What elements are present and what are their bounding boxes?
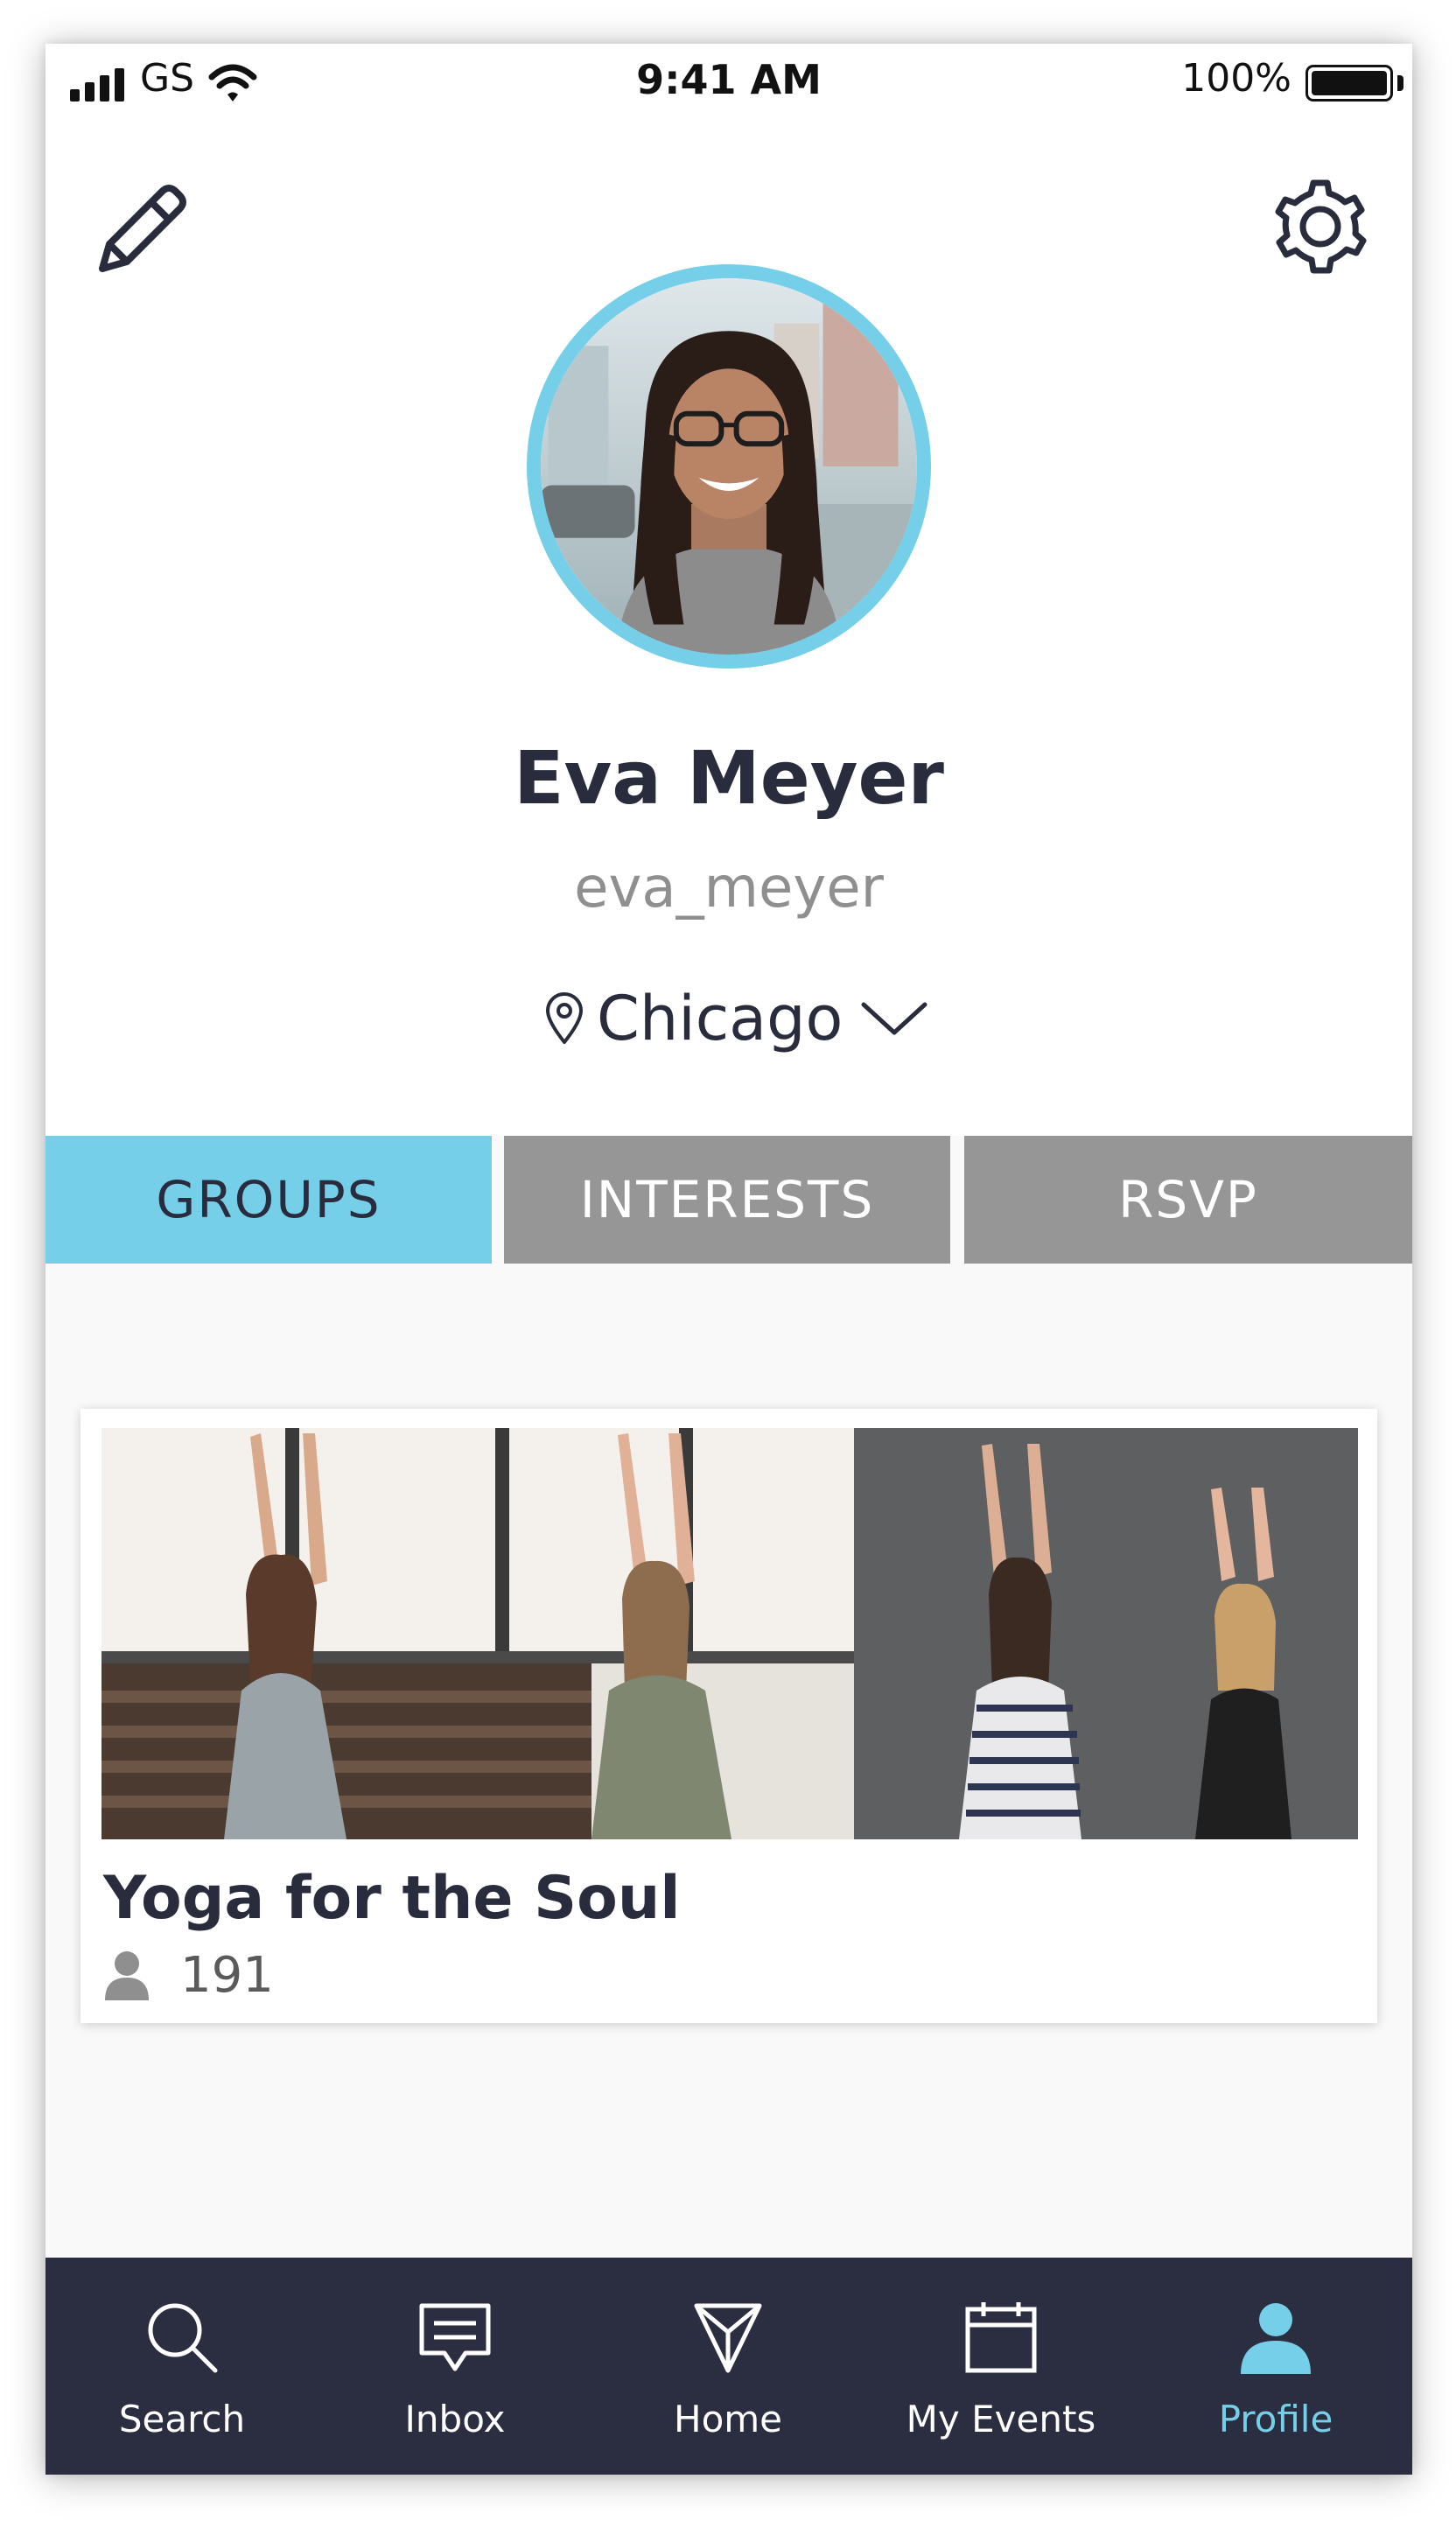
group-cover-image <box>102 1428 1358 1839</box>
chat-icon <box>419 2303 491 2371</box>
location-selector[interactable]: Chicago <box>544 975 928 1062</box>
chevron-down-icon <box>861 1002 928 1035</box>
profile-header: GS 9:41 AM 100% Eva Meyer eva_meyer Chic… <box>46 44 1412 1136</box>
nav-my-events[interactable]: My Events <box>864 2258 1138 2475</box>
nav-home[interactable]: Home <box>592 2258 864 2475</box>
tab-interests[interactable]: INTERESTS <box>504 1136 950 1264</box>
battery-percentage: 100% <box>1181 56 1292 101</box>
settings-button[interactable] <box>1264 170 1377 284</box>
avatar[interactable] <box>527 264 931 669</box>
nav-my-events-label: My Events <box>906 2398 1096 2440</box>
person-icon <box>105 1951 149 2000</box>
nav-inbox[interactable]: Inbox <box>318 2258 592 2475</box>
tab-rsvp[interactable]: RSVP <box>964 1136 1412 1264</box>
pencil-icon <box>99 185 186 272</box>
nav-profile[interactable]: Profile <box>1139 2258 1412 2475</box>
profile-tabs: GROUPS INTERESTS RSVP <box>46 1136 1412 1264</box>
profile-name: Eva Meyer <box>514 735 944 821</box>
send-icon <box>694 2303 762 2373</box>
location-pin-icon <box>546 992 583 1044</box>
gear-icon <box>1275 179 1367 274</box>
group-title: Yoga for the Soul <box>103 1864 681 1933</box>
status-bar: GS 9:41 AM 100% <box>46 44 1412 123</box>
calendar-icon <box>965 2302 1037 2373</box>
person-icon <box>1241 2303 1311 2374</box>
search-icon <box>148 2303 218 2373</box>
edit-profile-button[interactable] <box>80 170 194 284</box>
group-members: 191 <box>103 1944 274 2006</box>
member-count: 191 <box>180 1946 274 2004</box>
tab-groups[interactable]: GROUPS <box>46 1136 492 1264</box>
battery-nub <box>1397 75 1404 91</box>
bottom-nav: Search Inbox Home My Events Profile <box>46 2258 1412 2475</box>
nav-search[interactable]: Search <box>46 2258 318 2475</box>
phone-screen: GS 9:41 AM 100% Eva Meyer eva_meyer Chic… <box>46 44 1412 2475</box>
nav-inbox-label: Inbox <box>404 2398 506 2440</box>
profile-username: eva_meyer <box>574 856 884 921</box>
nav-profile-label: Profile <box>1218 2398 1334 2440</box>
nav-search-label: Search <box>118 2398 246 2440</box>
nav-home-label: Home <box>673 2398 783 2440</box>
location-label: Chicago <box>597 983 844 1054</box>
battery-icon <box>1306 65 1393 102</box>
group-card[interactable]: Yoga for the Soul 191 <box>80 1409 1377 2023</box>
